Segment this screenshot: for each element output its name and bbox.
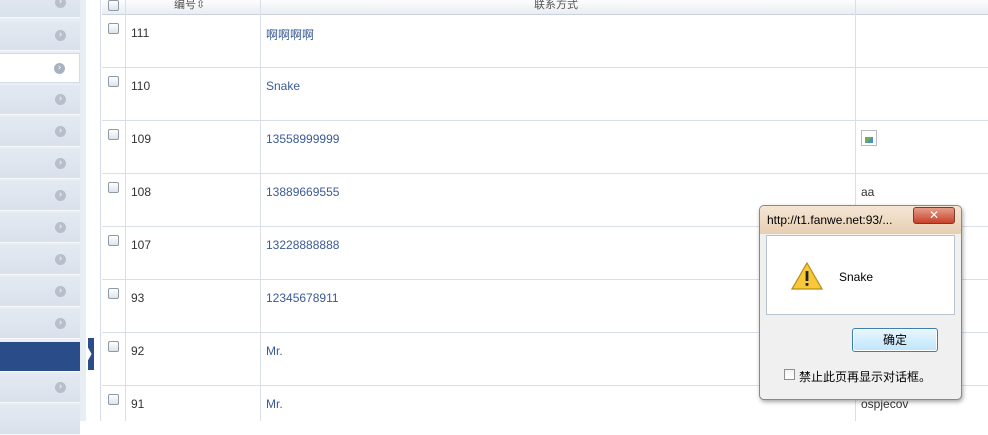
cell-id: 92 bbox=[131, 344, 145, 358]
warning-icon bbox=[791, 262, 823, 290]
sidebar-item[interactable] bbox=[0, 405, 80, 435]
cell-id: 108 bbox=[131, 185, 152, 199]
cell-contact[interactable]: 13889669555 bbox=[266, 185, 339, 199]
cell-contact[interactable]: 13228888888 bbox=[266, 238, 339, 252]
row-checkbox[interactable] bbox=[108, 23, 119, 34]
select-all-checkbox[interactable] bbox=[108, 0, 119, 11]
sidebar-item[interactable]: › bbox=[0, 0, 80, 18]
cell-contact[interactable]: Mr. bbox=[266, 397, 283, 411]
chevron-right-icon: › bbox=[55, 190, 66, 201]
cell-id: 107 bbox=[131, 238, 152, 252]
cell-id: 93 bbox=[131, 291, 145, 305]
close-icon[interactable]: ✕ bbox=[913, 207, 955, 224]
suppress-checkbox[interactable] bbox=[784, 369, 795, 380]
chevron-right-icon: › bbox=[55, 254, 66, 265]
chevron-right-icon: › bbox=[54, 63, 65, 74]
cell-contact[interactable]: Mr. bbox=[266, 344, 283, 358]
cell-id: 109 bbox=[131, 132, 152, 146]
sidebar-item[interactable]: › bbox=[0, 181, 80, 211]
row-checkbox[interactable] bbox=[108, 394, 119, 405]
suppress-label[interactable]: 禁止此页再显示对话框。 bbox=[799, 368, 931, 385]
table-row[interactable]: 109 13558999999 bbox=[102, 120, 988, 174]
sidebar-item[interactable]: › bbox=[0, 245, 80, 275]
dialog-message: Snake bbox=[839, 270, 874, 284]
broken-image-icon bbox=[861, 130, 877, 146]
sidebar-item[interactable]: › bbox=[0, 21, 80, 51]
chevron-right-icon: › bbox=[55, 126, 66, 137]
cell-contact[interactable]: 啊啊啊啊 bbox=[266, 26, 314, 43]
column-header-id[interactable]: 编号⇳ bbox=[174, 0, 205, 14]
sidebar-item[interactable]: › bbox=[0, 309, 80, 339]
chevron-right-icon: › bbox=[55, 318, 66, 329]
table-row[interactable]: 111 啊啊啊啊 bbox=[102, 14, 988, 68]
cell-extra: aa bbox=[861, 185, 875, 199]
row-checkbox[interactable] bbox=[108, 129, 119, 140]
chevron-right-icon: › bbox=[55, 0, 66, 8]
row-checkbox[interactable] bbox=[108, 182, 119, 193]
cell-contact[interactable]: Snake bbox=[266, 79, 300, 93]
chevron-right-icon: › bbox=[55, 94, 66, 105]
row-checkbox[interactable] bbox=[108, 76, 119, 87]
ok-button[interactable]: 确定 bbox=[852, 328, 938, 352]
sidebar-item[interactable]: › bbox=[0, 85, 80, 115]
sidebar-item[interactable]: › bbox=[0, 213, 80, 243]
row-checkbox[interactable] bbox=[108, 235, 119, 246]
alert-dialog: http://t1.fanwe.net:93/... ✕ Snake 确定 禁止… bbox=[759, 205, 962, 400]
row-checkbox[interactable] bbox=[108, 341, 119, 352]
row-checkbox[interactable] bbox=[108, 288, 119, 299]
table-row[interactable]: 110 Snake bbox=[102, 67, 988, 121]
cell-id: 110 bbox=[131, 79, 151, 93]
chevron-right-icon: › bbox=[55, 222, 66, 233]
sidebar-item[interactable]: › bbox=[0, 277, 80, 307]
sidebar-item[interactable]: › bbox=[0, 373, 80, 403]
cell-contact[interactable]: 12345678911 bbox=[266, 291, 339, 305]
divider bbox=[100, 0, 101, 421]
dialog-titlebar[interactable]: http://t1.fanwe.net:93/... ✕ bbox=[760, 206, 961, 234]
chevron-right-icon: › bbox=[55, 30, 66, 41]
sidebar: › › › › › › › › › › › › bbox=[0, 0, 86, 435]
sidebar-item-active[interactable] bbox=[0, 342, 80, 372]
sidebar-item[interactable]: › bbox=[0, 117, 80, 147]
dialog-body: Snake bbox=[766, 235, 955, 315]
cell-contact[interactable]: 13558999999 bbox=[266, 132, 339, 146]
column-header-contact[interactable]: 联系方式 bbox=[534, 0, 578, 14]
cell-id: 91 bbox=[131, 397, 145, 411]
sidebar-item-selected[interactable]: › bbox=[0, 53, 80, 83]
sidebar-item[interactable]: › bbox=[0, 149, 80, 179]
chevron-right-icon: › bbox=[55, 158, 66, 169]
dialog-title: http://t1.fanwe.net:93/... bbox=[767, 213, 893, 227]
cell-id: 111 bbox=[131, 26, 150, 40]
chevron-right-icon: › bbox=[55, 286, 66, 297]
chevron-right-icon: › bbox=[55, 382, 66, 393]
